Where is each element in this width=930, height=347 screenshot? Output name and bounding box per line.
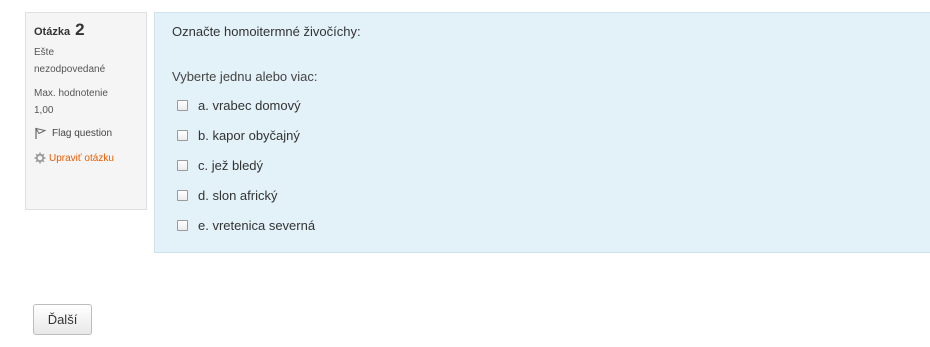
question-number: Otázka 2 <box>34 20 138 40</box>
answer-option-e[interactable]: e. vretenica severná <box>177 210 315 240</box>
answer-list: a. vrabec domový b. kapor obyčajný c. je… <box>177 90 315 240</box>
answer-label-c[interactable]: c. jež bledý <box>198 158 263 173</box>
answer-option-c[interactable]: c. jež bledý <box>177 150 315 180</box>
flag-icon <box>34 127 47 139</box>
answer-checkbox-b[interactable] <box>177 129 188 141</box>
question-grade: Max. hodnotenie 1,00 <box>34 85 138 119</box>
answer-label-d[interactable]: d. slon africký <box>198 188 277 203</box>
answer-checkbox-a[interactable] <box>177 99 188 111</box>
edit-question-link[interactable]: Upraviť otázku <box>34 152 138 164</box>
answer-checkbox-e[interactable] <box>177 219 188 231</box>
grade-label: Max. hodnotenie <box>34 88 108 99</box>
question-content: Označte homoitermné živočíchy: Vyberte j… <box>154 12 930 253</box>
question-state-line2: nezodpovedané <box>34 64 106 75</box>
question-state-line1: Ešte <box>34 47 55 58</box>
question-number-value: 2 <box>75 20 85 39</box>
flag-question-label: Flag question <box>52 128 113 139</box>
answer-checkbox-d[interactable] <box>177 189 188 201</box>
answer-option-d[interactable]: d. slon africký <box>177 180 315 210</box>
answer-label-a[interactable]: a. vrabec domový <box>198 98 301 113</box>
answer-option-b[interactable]: b. kapor obyčajný <box>177 120 315 150</box>
flag-question-link[interactable]: Flag question <box>34 127 138 140</box>
gear-icon <box>34 152 46 164</box>
question-info-panel: Otázka 2 Ešte nezodpovedané Max. hodnote… <box>25 12 147 210</box>
answer-checkbox-c[interactable] <box>177 159 188 171</box>
answer-prompt: Vyberte jednu alebo viac: <box>172 69 318 84</box>
question-state: Ešte nezodpovedané <box>34 44 138 78</box>
answer-label-e[interactable]: e. vretenica severná <box>198 218 315 233</box>
answer-label-b[interactable]: b. kapor obyčajný <box>198 128 300 143</box>
question-text: Označte homoitermné živočíchy: <box>172 24 361 39</box>
next-button[interactable]: Ďalší <box>33 304 92 335</box>
answer-option-a[interactable]: a. vrabec domový <box>177 90 315 120</box>
grade-value: 1,00 <box>34 105 54 116</box>
edit-question-label: Upraviť otázku <box>49 152 114 164</box>
question-label: Otázka <box>34 26 71 38</box>
